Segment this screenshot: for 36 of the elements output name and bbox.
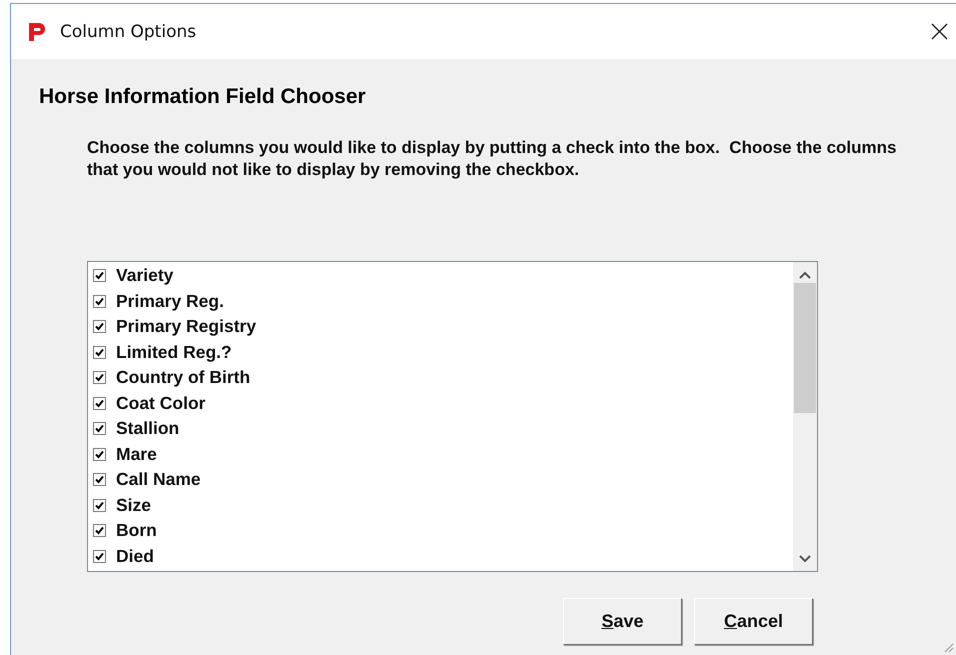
scrollbar-thumb[interactable] — [794, 283, 816, 413]
checkbox[interactable] — [93, 320, 106, 334]
app-logo-icon — [26, 20, 48, 42]
resize-grip-icon[interactable] — [942, 641, 954, 653]
checkbox[interactable] — [93, 473, 106, 486]
close-icon[interactable] — [931, 23, 948, 40]
checkbox[interactable] — [93, 294, 106, 308]
scroll-down-icon[interactable] — [799, 555, 811, 563]
field-label[interactable]: Died — [116, 546, 154, 567]
checkbox[interactable] — [93, 269, 106, 282]
checkbox[interactable] — [93, 346, 106, 359]
dialog-heading: Horse Information Field Chooser — [39, 85, 367, 109]
scrollbar[interactable] — [793, 262, 817, 571]
checkbox[interactable] — [93, 448, 106, 461]
checkbox[interactable] — [93, 498, 106, 512]
field-label[interactable]: Primary Reg. — [116, 290, 224, 312]
field-label[interactable]: Country of Birth — [116, 367, 250, 388]
checkbox[interactable] — [93, 550, 106, 563]
checkbox[interactable] — [93, 371, 106, 384]
window-title: Column Options — [60, 22, 198, 42]
scroll-up-icon[interactable] — [799, 271, 811, 279]
save-button[interactable]: Save — [563, 598, 682, 645]
instructions-text: Choose the columns you would like to display by putting a check into the box. Choose the columns that you would not like to display by removing the checkbox. — [87, 137, 898, 181]
field-label[interactable]: Variety — [116, 265, 174, 286]
cancel-button[interactable]: Cancel — [694, 598, 813, 645]
checkbox[interactable] — [93, 422, 106, 436]
field-label[interactable]: Stallion — [116, 418, 180, 440]
field-label[interactable]: Size — [116, 494, 152, 516]
field-label[interactable]: Limited Reg.? — [116, 342, 232, 363]
checkbox[interactable] — [93, 396, 106, 410]
field-label[interactable]: Primary Registry — [116, 316, 256, 338]
field-label[interactable]: Coat Color — [116, 392, 206, 414]
checkbox[interactable] — [93, 524, 106, 538]
field-label[interactable]: Born — [116, 520, 157, 542]
field-label[interactable]: Call Name — [116, 469, 201, 490]
field-label[interactable]: Mare — [116, 444, 157, 465]
